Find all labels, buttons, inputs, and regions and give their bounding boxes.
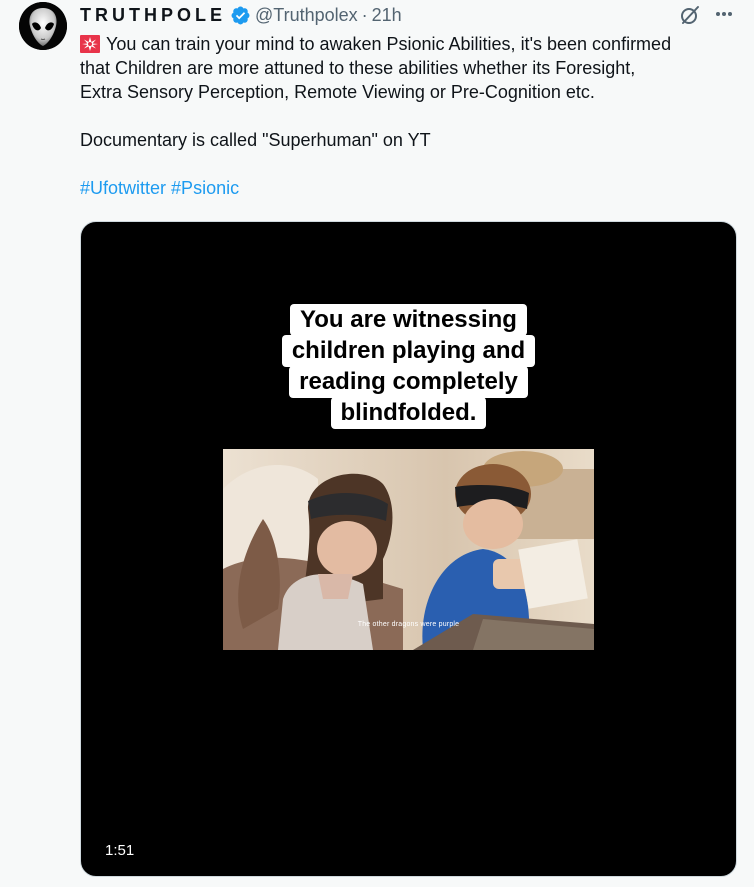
display-name[interactable]: TRUTHPOLE xyxy=(80,5,226,26)
caption-line-2: children playing and xyxy=(281,335,536,367)
timestamp[interactable]: 21h xyxy=(372,5,402,26)
video-subtitle: The other dragons were purple xyxy=(357,621,460,628)
more-icon[interactable] xyxy=(712,2,736,26)
grok-icon[interactable] xyxy=(678,3,702,27)
tweet-text-line-2: that Children are more attuned to these … xyxy=(80,58,636,78)
hashtags: #Ufotwitter #Psionic xyxy=(80,176,740,200)
tweet-text-line: You can train your mind to awaken Psioni… xyxy=(106,34,672,54)
verified-badge-icon[interactable] xyxy=(230,5,251,26)
tweet-paragraph-2: Documentary is called "Superhuman" on YT xyxy=(80,130,431,150)
video-player[interactable]: You are witnessing children playing and … xyxy=(80,221,737,877)
hashtag-ufotwitter[interactable]: #Ufotwitter xyxy=(80,178,166,198)
tweet-text-line-3: Extra Sensory Perception, Remote Viewing… xyxy=(80,82,595,102)
separator-dot: · xyxy=(361,4,368,25)
handle[interactable]: @Truthpolex xyxy=(255,5,358,26)
video-scene-image xyxy=(223,449,594,650)
caption-line-3: reading completely xyxy=(289,366,528,398)
caption-line-4: blindfolded. xyxy=(330,397,487,429)
more-dot xyxy=(728,12,732,16)
tweet-header: TRUTHPOLE @Truthpolex · 21h xyxy=(80,2,402,28)
avatar[interactable] xyxy=(19,2,67,50)
tweet-text-line-1: You can train your mind to awaken Psioni… xyxy=(80,32,740,56)
caption-line-1: You are witnessing xyxy=(290,304,527,336)
tweet-text: You can train your mind to awaken Psioni… xyxy=(80,32,740,200)
video-caption: You are witnessing children playing and … xyxy=(81,304,736,429)
hashtag-psionic[interactable]: #Psionic xyxy=(171,178,239,198)
video-duration-badge: 1:51 xyxy=(99,840,141,861)
more-dot xyxy=(716,12,720,16)
more-dot xyxy=(722,12,726,16)
video-frame[interactable]: The other dragons were purple xyxy=(223,449,594,650)
alien-avatar-icon xyxy=(19,2,67,50)
siren-emoji-icon xyxy=(80,35,100,53)
